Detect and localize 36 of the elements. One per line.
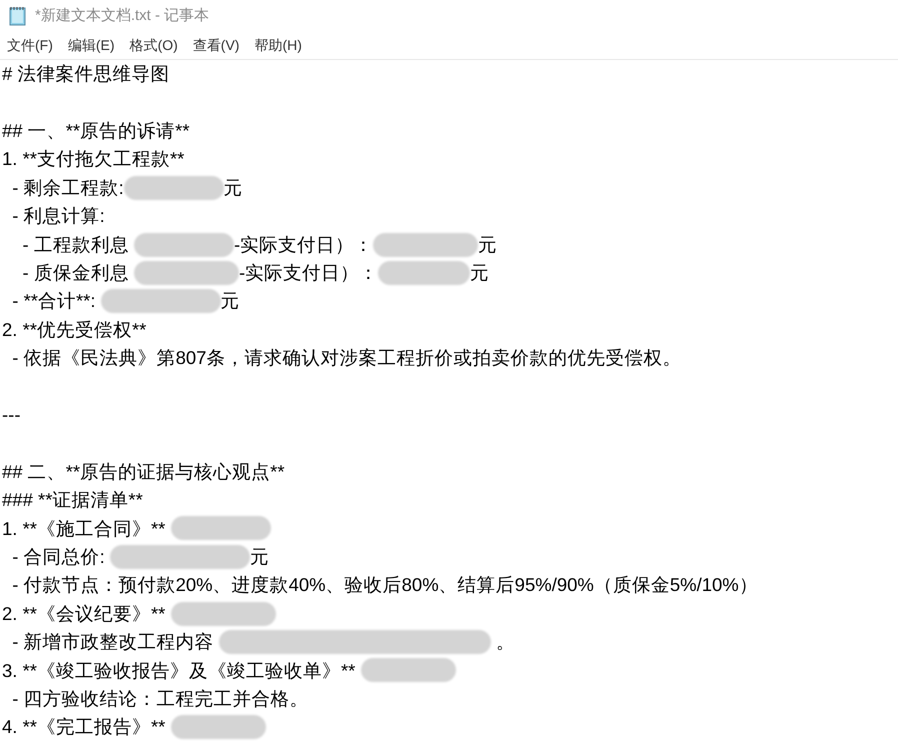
text-line: ## 一、**原告的诉请** — [2, 119, 190, 144]
text-line: - 新增市政整改工程内容 — [11, 630, 215, 654]
menu-item[interactable]: 编辑(E) — [62, 35, 120, 56]
text-line: -实际支付日）： — [234, 232, 374, 257]
text-line: ## 二、**原告的证据与核心观点** — [2, 460, 285, 484]
text-line: 元 — [220, 289, 240, 314]
menu-item[interactable]: 查看(V) — [188, 35, 244, 56]
text-line: 1. **支付拖欠工程款** — [2, 147, 184, 172]
text-line: - 工程款利息 — [22, 232, 130, 257]
text-line: - 四方验收结论：工程完工并合格。 — [11, 686, 309, 711]
text-line: - 付款节点：预付款20%、进度款40%、验收后80%、结算后95%/90%（质保金5%/10%） — [11, 573, 758, 598]
menu-item[interactable]: 格式(O) — [124, 35, 183, 56]
text-line: 3. **《竣工验收报告》及《竣工验收单》** — [2, 658, 356, 683]
text-line: - 利息计算: — [11, 204, 105, 228]
text-line: # 法律案件思维导图 — [2, 62, 170, 86]
text-line: - 剩余工程款: — [11, 176, 124, 200]
menu-item[interactable]: 文件(F) — [2, 35, 58, 56]
text-line: 元 — [478, 232, 498, 257]
text-line: 2. **《会议纪要》** — [2, 602, 166, 626]
text-line: --- — [2, 403, 20, 427]
text-line: 元 — [250, 544, 269, 569]
text-line: - 质保金利息 — [22, 261, 130, 286]
text-line: - 依据《民法典》第807条，请求确认对涉案工程折价或拍卖价款的优先受偿权。 — [11, 346, 682, 370]
notepad-icon — [9, 6, 27, 26]
text-line: - 合同总价: — [11, 544, 106, 569]
text-line: 元 — [470, 261, 490, 286]
menu-item[interactable]: 帮助(H) — [249, 35, 307, 56]
text-line: 4. **《完工报告》** — [2, 715, 166, 740]
text-line: 2. **优先受偿权** — [2, 318, 146, 342]
text-line: ### **证据清单** — [2, 488, 143, 512]
text-line: 元 — [224, 176, 243, 200]
text-line: - **合计**: — [11, 289, 97, 314]
text-line: 1. **《施工合同》** — [2, 516, 166, 541]
text-line: -实际支付日）： — [239, 261, 378, 286]
window-title: *新建文本文档.txt - 记事本 — [35, 6, 210, 26]
text-line: 。 — [494, 630, 515, 654]
